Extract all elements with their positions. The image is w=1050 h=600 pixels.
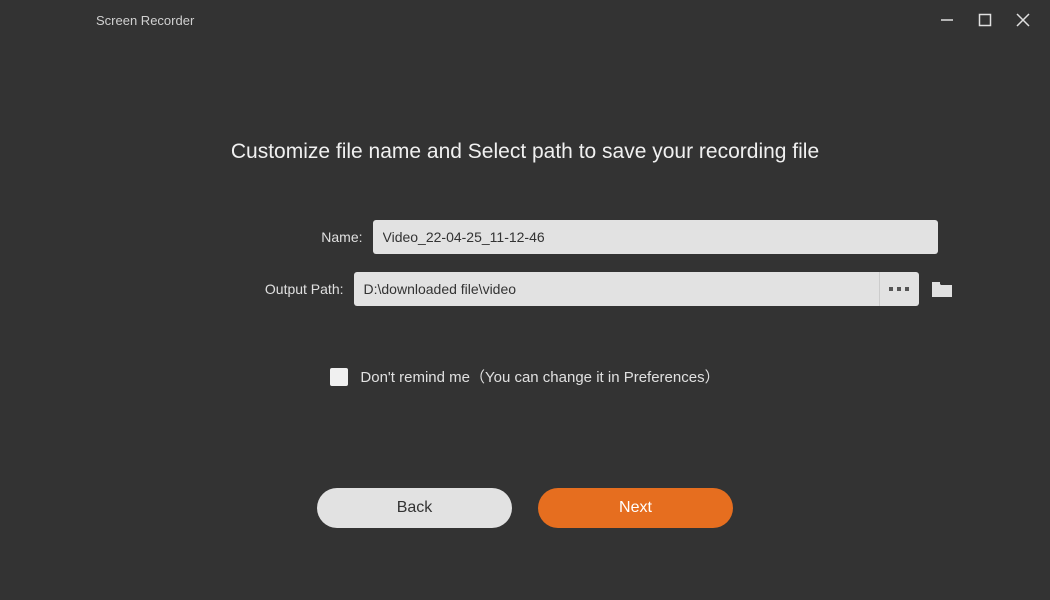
ellipsis-icon: [897, 287, 901, 291]
main-content: Customize file name and Select path to s…: [0, 40, 1050, 387]
window-controls: [938, 11, 1032, 29]
dont-remind-label: Don't remind me（You can change it in Pre…: [360, 366, 719, 387]
ellipsis-icon: [889, 287, 893, 291]
page-heading: Customize file name and Select path to s…: [231, 140, 819, 164]
path-input-wrap: [354, 272, 919, 306]
minimize-icon: [939, 12, 955, 28]
ellipsis-icon: [905, 287, 909, 291]
remind-row: Don't remind me（You can change it in Pre…: [330, 366, 719, 387]
path-controls: [354, 272, 957, 306]
dont-remind-checkbox[interactable]: [330, 368, 348, 386]
folder-icon: [931, 280, 953, 298]
window-title: Screen Recorder: [96, 13, 194, 28]
output-path-input[interactable]: [354, 272, 879, 306]
name-label: Name:: [113, 229, 373, 245]
maximize-button[interactable]: [976, 11, 994, 29]
button-row: Back Next: [0, 488, 1050, 528]
titlebar: Screen Recorder: [0, 0, 1050, 40]
maximize-icon: [978, 13, 992, 27]
name-row: Name:: [113, 220, 938, 254]
open-folder-button[interactable]: [927, 274, 957, 304]
close-icon: [1015, 12, 1031, 28]
name-input[interactable]: [373, 220, 938, 254]
output-path-row: Output Path:: [94, 272, 957, 306]
output-path-label: Output Path:: [94, 281, 354, 297]
browse-button[interactable]: [879, 272, 919, 306]
back-button[interactable]: Back: [317, 488, 512, 528]
next-button[interactable]: Next: [538, 488, 733, 528]
minimize-button[interactable]: [938, 11, 956, 29]
close-button[interactable]: [1014, 11, 1032, 29]
